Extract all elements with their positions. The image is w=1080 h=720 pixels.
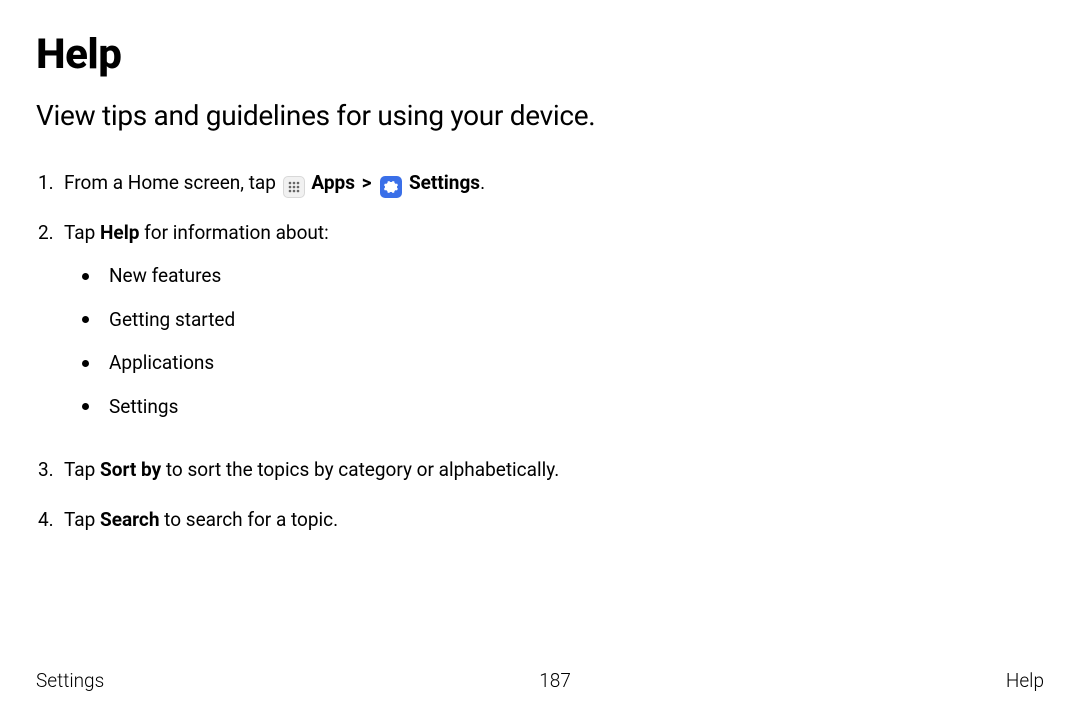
bullet-item: Settings [64,392,676,421]
text: for information about: [139,221,328,244]
step-body: From a Home screen, tap Apps > Settings. [64,168,676,198]
text: to search for a topic. [159,508,338,531]
step-1: 1. From a Home screen, tap Apps > Settin… [36,168,676,198]
page-subtitle: View tips and guidelines for using your … [36,99,1044,132]
settings-icon [380,176,402,198]
instruction-list: 1. From a Home screen, tap Apps > Settin… [36,168,676,534]
manual-page: Help View tips and guidelines for using … [0,0,1080,720]
text: Tap [64,458,100,481]
text: . [480,171,485,194]
footer-topic: Help [1006,669,1044,692]
bullet-item: Getting started [64,305,676,334]
step-2: 2. Tap Help for information about: New f… [36,218,676,435]
sortby-label: Sort by [100,458,161,481]
step-body: Tap Help for information about: New feat… [64,218,676,435]
apps-label: Apps [311,171,355,194]
text: From a Home screen, tap [64,171,281,194]
footer-page-number: 187 [539,669,571,692]
step-body: Tap Sort by to sort the topics by catego… [64,455,676,484]
step-number: 3. [36,455,64,484]
bullet-list: New features Getting started Application… [64,261,676,421]
footer-section: Settings [36,669,104,692]
text: Tap [64,221,100,244]
text: Tap [64,508,100,531]
bullet-item: New features [64,261,676,290]
search-label: Search [100,508,159,531]
step-number: 1. [36,168,64,198]
text: to sort the topics by category or alphab… [161,458,559,481]
bullet-item: Applications [64,348,676,377]
step-number: 2. [36,218,64,435]
step-4: 4. Tap Search to search for a topic. [36,505,676,534]
page-title: Help [36,30,1044,79]
step-body: Tap Search to search for a topic. [64,505,676,534]
help-label: Help [100,221,139,244]
settings-label: Settings [409,171,480,194]
chevron-right-icon: > [362,171,372,194]
step-number: 4. [36,505,64,534]
page-footer: Settings 187 Help [36,669,1044,692]
step-3: 3. Tap Sort by to sort the topics by cat… [36,455,676,484]
apps-icon [283,176,305,198]
